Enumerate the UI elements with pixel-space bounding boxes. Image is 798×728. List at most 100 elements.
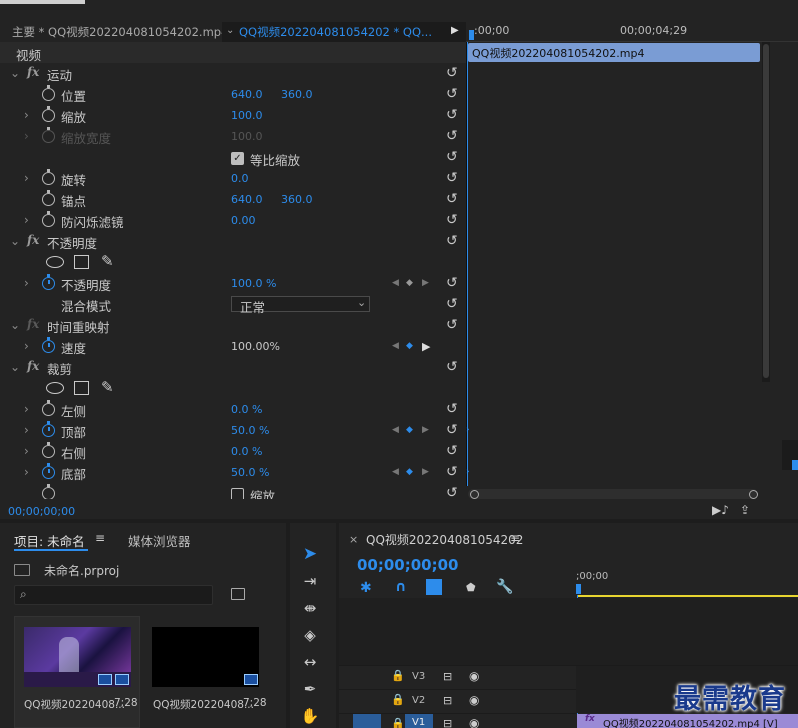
panel-menu-icon[interactable]: ≡	[95, 531, 105, 545]
reset-icon[interactable]: ↺	[446, 150, 459, 164]
reset-icon[interactable]: ↺	[446, 108, 459, 122]
scale-value[interactable]: 100.0	[231, 109, 263, 122]
project-tab[interactable]: 项目: 未命名	[14, 531, 85, 550]
position-y-value[interactable]: 360.0	[281, 88, 313, 101]
reset-icon[interactable]: ↺	[446, 234, 459, 248]
reset-icon[interactable]: ↺	[446, 486, 459, 500]
rotation-value[interactable]: 0.0	[231, 172, 249, 185]
rectangle-mask-icon[interactable]	[74, 381, 89, 395]
crop-left-value[interactable]: 0.0 %	[231, 403, 262, 416]
eye-icon[interactable]: ◉	[469, 669, 479, 683]
pen-mask-icon[interactable]: ✎	[101, 252, 114, 270]
reset-icon[interactable]: ↺	[446, 87, 459, 101]
selection-tool-icon[interactable]: ➤	[299, 543, 321, 565]
prev-keyframe-icon[interactable]: ◀	[392, 341, 399, 351]
position-x-value[interactable]: 640.0	[231, 88, 263, 101]
ec-zoom-scrollbar[interactable]	[468, 489, 758, 499]
scroll-left-handle[interactable]	[470, 490, 479, 499]
play-triangle-icon[interactable]: ▶	[451, 25, 459, 36]
linked-selection-icon[interactable]	[426, 579, 442, 595]
reset-icon[interactable]: ↺	[446, 402, 459, 416]
speed-value[interactable]: 100.00%	[231, 340, 280, 353]
chevron-right-icon[interactable]: ›	[24, 108, 29, 122]
eye-icon[interactable]: ◉	[469, 693, 479, 707]
ellipse-mask-icon[interactable]	[46, 256, 64, 268]
chevron-right-icon[interactable]: ›	[24, 444, 29, 458]
opacity-value[interactable]: 100.0 %	[231, 277, 276, 290]
lock-icon[interactable]: 🔒	[391, 717, 405, 728]
sync-lock-icon[interactable]: ⊟	[443, 717, 452, 728]
new-bin-icon[interactable]	[231, 588, 245, 600]
reset-icon[interactable]: ↺	[446, 444, 459, 458]
snap-magnet-icon[interactable]: ∩	[395, 579, 406, 595]
stopwatch-icon[interactable]	[42, 400, 55, 416]
rectangle-mask-icon[interactable]	[74, 255, 89, 269]
anchor-x-value[interactable]: 640.0	[231, 193, 263, 206]
add-marker-icon[interactable]: ⬟	[466, 581, 476, 594]
source-clip-tab[interactable]: 主要 * QQ视频202204081054202.mp4	[12, 22, 228, 42]
sequence-timecode[interactable]: 00;00;00;00	[357, 556, 459, 574]
chevron-down-icon[interactable]: ⌄	[10, 66, 20, 80]
motion-row[interactable]: ⌄ fx 运动	[0, 63, 466, 84]
stopwatch-icon[interactable]	[42, 85, 55, 101]
sequence-tab[interactable]: QQ视频202204081054202	[366, 531, 523, 548]
audio-only-icon[interactable]: ▶♪	[712, 503, 729, 517]
stopwatch-icon[interactable]	[42, 337, 55, 353]
chevron-down-icon[interactable]: ⌄	[226, 25, 234, 36]
next-keyframe-icon[interactable]: ▶	[422, 340, 430, 353]
next-keyframe-icon[interactable]: ▶	[422, 467, 429, 477]
ec-timeline-area[interactable]	[466, 42, 761, 486]
sync-lock-icon[interactable]: ⊟	[443, 670, 452, 683]
close-tab-icon[interactable]: ×	[349, 533, 358, 546]
crop-right-value[interactable]: 0.0 %	[231, 445, 262, 458]
add-keyframe-icon[interactable]: ◆	[406, 341, 413, 351]
work-area-bar[interactable]	[577, 595, 798, 597]
keyframe-marker[interactable]: ›	[466, 467, 470, 477]
stopwatch-icon[interactable]	[42, 106, 55, 122]
reset-icon[interactable]: ↺	[446, 423, 459, 437]
playhead-marker[interactable]	[576, 584, 581, 594]
chevron-right-icon[interactable]: ›	[24, 171, 29, 185]
next-keyframe-icon[interactable]: ▶	[422, 425, 429, 435]
nest-toggle-icon[interactable]: ✱	[360, 580, 372, 596]
stopwatch-icon[interactable]	[42, 274, 55, 290]
crop-bottom-value[interactable]: 50.0 %	[231, 466, 269, 479]
opacity-section-row[interactable]: ⌄ fx 不透明度	[0, 231, 466, 252]
track-select-tool-icon[interactable]: ⇥	[299, 570, 321, 592]
chevron-right-icon[interactable]: ›	[24, 465, 29, 479]
panel-menu-icon[interactable]: ≡	[510, 531, 520, 545]
wrench-settings-icon[interactable]: 🔧	[496, 579, 513, 595]
prev-keyframe-icon[interactable]: ◀	[392, 467, 399, 477]
ec-current-timecode[interactable]: 00;00;00;00	[8, 505, 75, 518]
prev-keyframe-icon[interactable]: ◀	[392, 278, 399, 288]
reset-icon[interactable]: ↺	[446, 318, 459, 332]
chevron-right-icon[interactable]: ›	[24, 276, 29, 290]
fx-icon[interactable]: fx	[27, 359, 39, 373]
uniform-scale-checkbox[interactable]: ✓	[231, 152, 244, 165]
zoom-checkbox[interactable]	[231, 488, 244, 499]
stopwatch-icon[interactable]	[42, 211, 55, 227]
add-keyframe-icon[interactable]: ◆	[406, 278, 413, 288]
reset-icon[interactable]: ↺	[446, 171, 459, 185]
chevron-down-icon[interactable]: ⌄	[10, 360, 20, 374]
hand-tool-icon[interactable]: ✋	[299, 705, 321, 727]
sequence-thumbnail-image[interactable]	[152, 627, 259, 687]
add-keyframe-icon[interactable]: ◆	[406, 467, 413, 477]
crop-top-value[interactable]: 50.0 %	[231, 424, 269, 437]
sequence-ruler[interactable]	[576, 568, 798, 598]
lock-icon[interactable]: 🔒	[391, 693, 405, 706]
sync-lock-icon[interactable]: ⊟	[443, 694, 452, 707]
chevron-right-icon[interactable]: ›	[24, 423, 29, 437]
pen-tool-icon[interactable]: ✒	[299, 678, 321, 700]
timeline-clip[interactable]: fx QQ视频202204081054202.mp4 [V]	[577, 714, 798, 728]
fx-icon[interactable]: fx	[27, 65, 39, 79]
reset-icon[interactable]: ↺	[446, 276, 459, 290]
reset-icon[interactable]: ↺	[446, 129, 459, 143]
search-input[interactable]	[14, 585, 213, 605]
reset-icon[interactable]: ↺	[446, 465, 459, 479]
stopwatch-icon[interactable]	[42, 484, 55, 499]
lock-icon[interactable]: 🔒	[391, 669, 405, 682]
add-keyframe-icon[interactable]: ◆	[406, 425, 413, 435]
crop-section-row[interactable]: ⌄ fx 裁剪	[0, 357, 466, 378]
reset-icon[interactable]: ↺	[446, 66, 459, 80]
